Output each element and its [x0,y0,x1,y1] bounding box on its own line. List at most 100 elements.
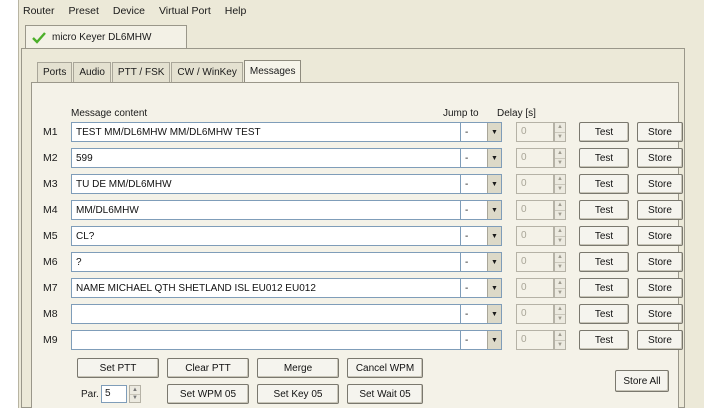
jump-to-select[interactable]: - ▼ [460,304,502,324]
store-button[interactable]: Store [637,200,683,220]
delay-input[interactable]: 0 [516,200,554,220]
cancel-wpm-button[interactable]: Cancel WPM [347,358,423,378]
spin-up-icon[interactable]: ▲ [555,149,565,159]
delay-input[interactable]: 0 [516,174,554,194]
tab-audio[interactable]: Audio [73,62,111,82]
set-ptt-button[interactable]: Set PTT [77,358,159,378]
store-button[interactable]: Store [637,304,683,324]
store-button[interactable]: Store [637,174,683,194]
message-content-input[interactable] [71,304,467,324]
delay-input[interactable]: 0 [516,122,554,142]
test-button[interactable]: Test [579,330,629,350]
tab-ports[interactable]: Ports [37,62,73,82]
jump-to-select[interactable]: - ▼ [460,122,502,142]
test-button[interactable]: Test [579,278,629,298]
spin-down-icon[interactable]: ▼ [555,237,565,246]
spin-up-icon[interactable]: ▲ [130,386,140,395]
dropdown-arrow-icon[interactable]: ▼ [487,123,501,141]
jump-to-select[interactable]: - ▼ [460,226,502,246]
menu-preset[interactable]: Preset [69,5,99,17]
delay-input[interactable]: 0 [516,252,554,272]
store-button[interactable]: Store [637,330,683,350]
test-button[interactable]: Test [579,174,629,194]
message-content-input[interactable] [71,200,467,220]
clear-ptt-button[interactable]: Clear PTT [167,358,249,378]
dropdown-arrow-icon[interactable]: ▼ [487,331,501,349]
delay-input[interactable]: 0 [516,278,554,298]
test-button[interactable]: Test [579,226,629,246]
menu-help[interactable]: Help [225,5,247,17]
test-button[interactable]: Test [579,304,629,324]
device-tab[interactable]: micro Keyer DL6MHW [25,25,187,49]
message-content-input[interactable] [71,252,467,272]
message-content-input[interactable] [71,226,467,246]
delay-input[interactable]: 0 [516,304,554,324]
test-button[interactable]: Test [579,122,629,142]
menu-router[interactable]: Router [23,5,55,17]
message-content-input[interactable] [71,174,467,194]
spin-down-icon[interactable]: ▼ [555,289,565,298]
test-button[interactable]: Test [579,252,629,272]
set-wpm-button[interactable]: Set WPM 05 [167,384,249,404]
delay-input[interactable]: 0 [516,226,554,246]
menu-device[interactable]: Device [113,5,145,17]
spin-up-icon[interactable]: ▲ [555,253,565,263]
jump-to-select[interactable]: - ▼ [460,252,502,272]
delay-spinner[interactable]: ▲ ▼ [554,122,566,142]
store-button[interactable]: Store [637,122,683,142]
spin-up-icon[interactable]: ▲ [555,201,565,211]
jump-to-select[interactable]: - ▼ [460,174,502,194]
delay-input[interactable]: 0 [516,148,554,168]
spin-down-icon[interactable]: ▼ [555,211,565,220]
spin-down-icon[interactable]: ▼ [130,395,140,403]
delay-spinner[interactable]: ▲ ▼ [554,226,566,246]
delay-spinner[interactable]: ▲ ▼ [554,148,566,168]
message-content-input[interactable] [71,278,467,298]
dropdown-arrow-icon[interactable]: ▼ [487,227,501,245]
store-button[interactable]: Store [637,252,683,272]
spin-down-icon[interactable]: ▼ [555,185,565,194]
tab-cw-winkey[interactable]: CW / WinKey [171,62,243,82]
spin-up-icon[interactable]: ▲ [555,227,565,237]
dropdown-arrow-icon[interactable]: ▼ [487,175,501,193]
delay-spinner[interactable]: ▲ ▼ [554,200,566,220]
jump-to-select[interactable]: - ▼ [460,200,502,220]
spin-up-icon[interactable]: ▲ [555,123,565,133]
spin-down-icon[interactable]: ▼ [555,159,565,168]
spin-up-icon[interactable]: ▲ [555,279,565,289]
spin-up-icon[interactable]: ▲ [555,175,565,185]
delay-input[interactable]: 0 [516,330,554,350]
delay-spinner[interactable]: ▲ ▼ [554,252,566,272]
spin-down-icon[interactable]: ▼ [555,341,565,350]
dropdown-arrow-icon[interactable]: ▼ [487,279,501,297]
dropdown-arrow-icon[interactable]: ▼ [487,253,501,271]
tab-messages[interactable]: Messages [243,60,302,82]
delay-spinner[interactable]: ▲ ▼ [554,278,566,298]
menu-virtual-port[interactable]: Virtual Port [159,5,211,17]
jump-to-select[interactable]: - ▼ [460,278,502,298]
par-spinner[interactable]: ▲ ▼ [129,385,141,403]
jump-to-select[interactable]: - ▼ [460,330,502,350]
jump-to-select[interactable]: - ▼ [460,148,502,168]
dropdown-arrow-icon[interactable]: ▼ [487,305,501,323]
message-content-input[interactable] [71,148,467,168]
spin-down-icon[interactable]: ▼ [555,133,565,142]
spin-up-icon[interactable]: ▲ [555,305,565,315]
tab-ptt-fsk[interactable]: PTT / FSK [111,62,171,82]
test-button[interactable]: Test [579,148,629,168]
spin-up-icon[interactable]: ▲ [555,331,565,341]
store-button[interactable]: Store [637,148,683,168]
store-button[interactable]: Store [637,278,683,298]
par-input[interactable]: 5 [101,385,127,403]
set-key-button[interactable]: Set Key 05 [257,384,339,404]
delay-spinner[interactable]: ▲ ▼ [554,174,566,194]
message-content-input[interactable] [71,330,467,350]
dropdown-arrow-icon[interactable]: ▼ [487,149,501,167]
spin-down-icon[interactable]: ▼ [555,263,565,272]
merge-button[interactable]: Merge [257,358,339,378]
message-content-input[interactable] [71,122,467,142]
dropdown-arrow-icon[interactable]: ▼ [487,201,501,219]
store-button[interactable]: Store [637,226,683,246]
delay-spinner[interactable]: ▲ ▼ [554,330,566,350]
set-wait-button[interactable]: Set Wait 05 [347,384,423,404]
